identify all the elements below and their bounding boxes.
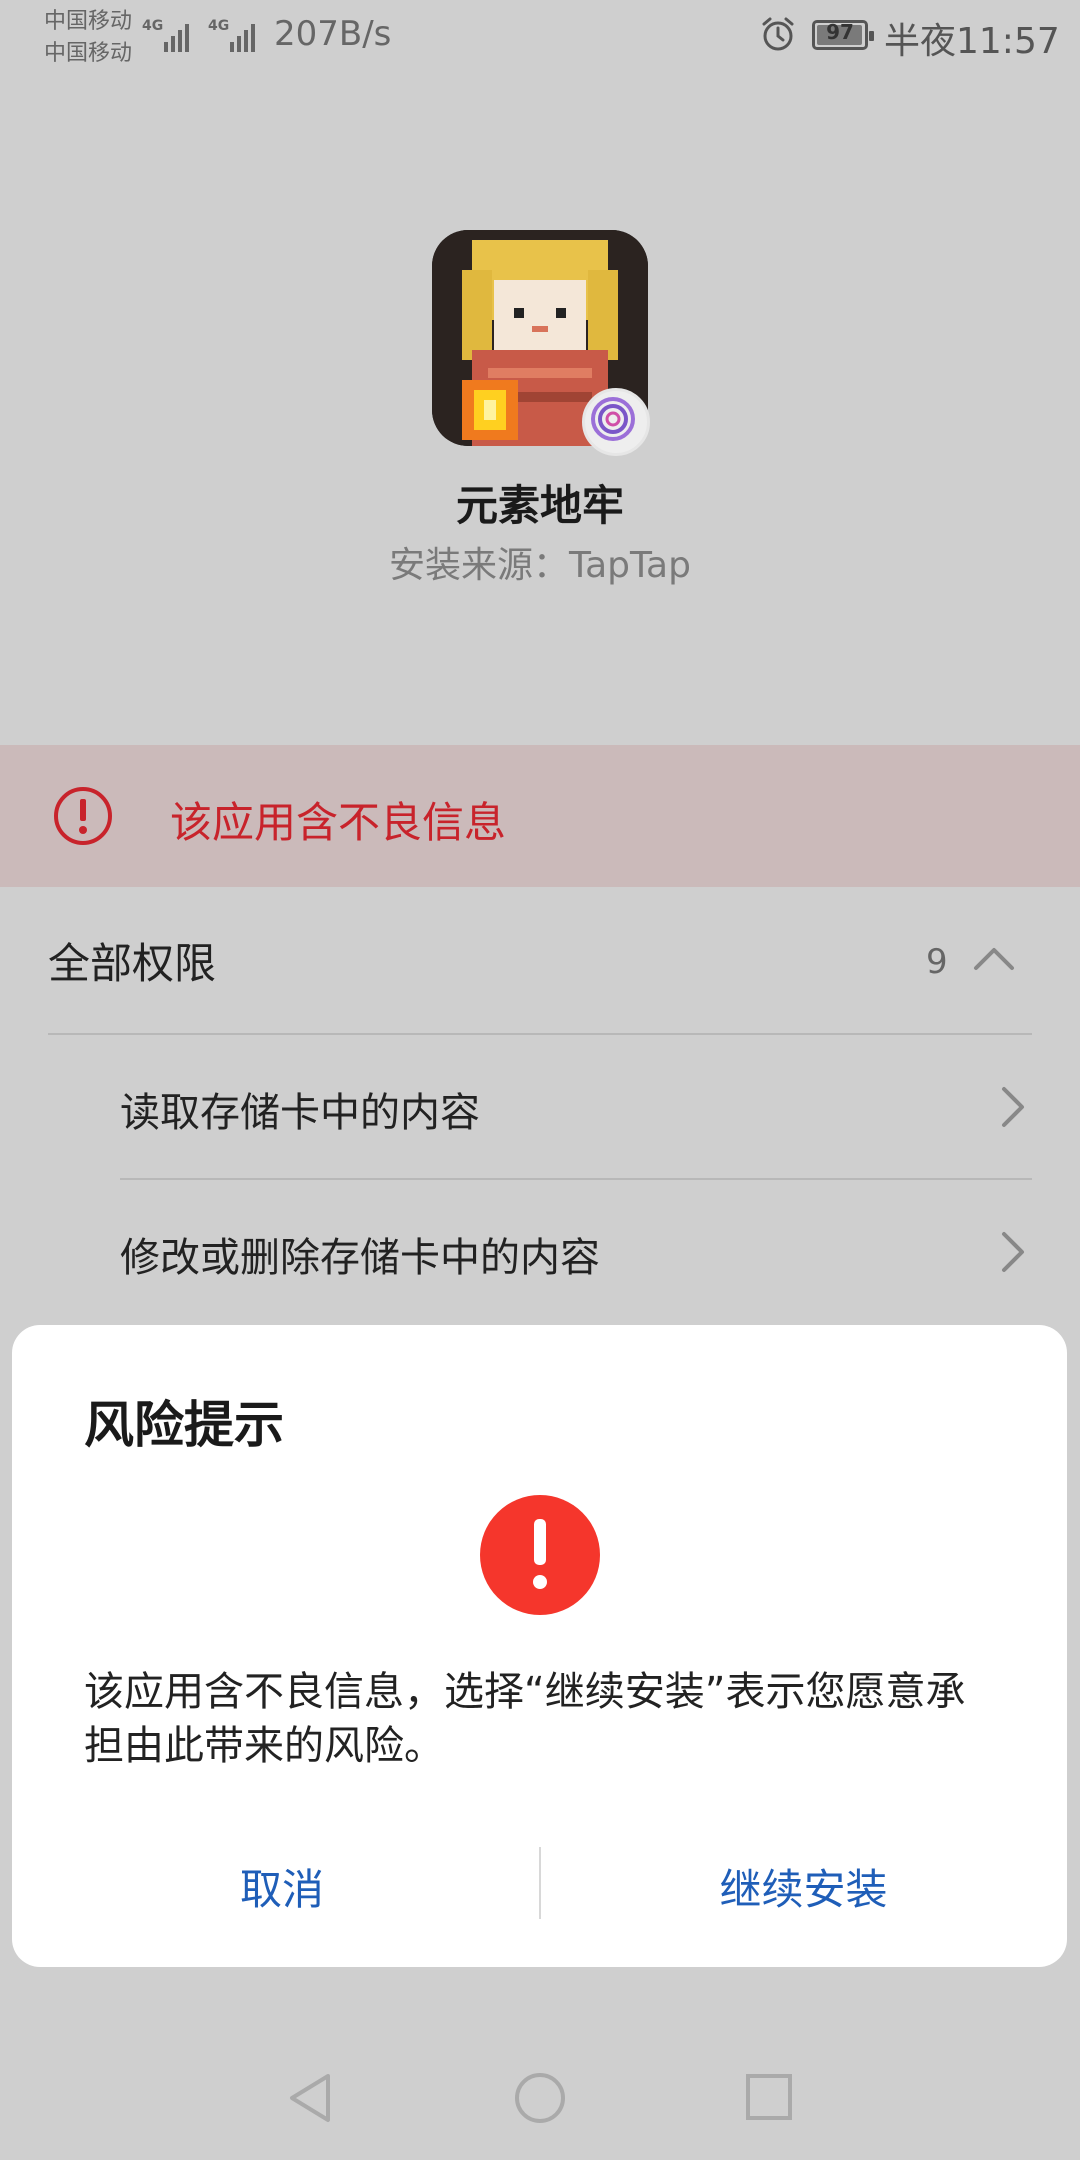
battery-icon: 97 bbox=[812, 20, 874, 50]
signal-2-label: 4G bbox=[208, 18, 229, 34]
chevron-right-icon[interactable] bbox=[998, 1230, 1028, 1274]
install-source: 安装来源：TapTap bbox=[389, 545, 691, 586]
permissions-count: 9 bbox=[926, 942, 948, 982]
carrier-2: 中国移动 bbox=[44, 41, 133, 66]
warning-text: 该应用含不良信息 bbox=[170, 798, 507, 847]
status-bar: 中国移动 中国移动 4G 4G 207B/s 97 半夜11:57 bbox=[0, 0, 1080, 80]
app-name: 元素地牢 bbox=[455, 481, 624, 530]
permissions-header[interactable]: 全部权限 bbox=[48, 930, 216, 991]
permission-item-read-storage[interactable]: 读取存储卡中的内容 bbox=[120, 1080, 480, 1138]
signal-icon: 4G bbox=[142, 18, 189, 52]
back-icon[interactable] bbox=[284, 2070, 338, 2126]
signal-1-label: 4G bbox=[142, 18, 163, 34]
recents-icon[interactable] bbox=[742, 2070, 796, 2126]
cancel-button[interactable]: 取消 bbox=[12, 1845, 552, 1935]
signal-icon-2: 4G bbox=[208, 18, 255, 52]
net-speed: 207B/s bbox=[274, 14, 392, 54]
divider bbox=[48, 1033, 1032, 1035]
alarm-icon bbox=[762, 17, 794, 51]
battery-cap bbox=[869, 31, 874, 41]
carrier-1: 中国移动 bbox=[44, 9, 133, 34]
chevron-up-icon[interactable] bbox=[972, 944, 1016, 974]
battery-level: 97 bbox=[826, 20, 854, 44]
dialog-title: 风险提示 bbox=[84, 1396, 284, 1454]
tap-source-icon bbox=[582, 388, 650, 456]
permission-item-modify-storage[interactable]: 修改或删除存储卡中的内容 bbox=[120, 1225, 600, 1283]
home-icon[interactable] bbox=[512, 2070, 568, 2126]
chevron-right-icon[interactable] bbox=[998, 1085, 1028, 1129]
exclamation-circle-icon bbox=[480, 1495, 600, 1615]
carrier-labels: 中国移动 中国移动 bbox=[44, 6, 132, 70]
warning-banner: 该应用含不良信息 bbox=[0, 745, 1080, 887]
exclamation-circle-icon bbox=[54, 787, 112, 845]
dialog-message: 该应用含不良信息，选择“继续安装”表示您愿意承担由此带来的风险。 bbox=[84, 1669, 966, 1769]
risk-dialog: 风险提示 该应用含不良信息，选择“继续安装”表示您愿意承担由此带来的风险。 取消… bbox=[12, 1325, 1067, 1967]
clock: 半夜11:57 bbox=[884, 21, 1060, 62]
continue-install-button[interactable]: 继续安装 bbox=[540, 1845, 1067, 1935]
divider bbox=[120, 1178, 1032, 1180]
